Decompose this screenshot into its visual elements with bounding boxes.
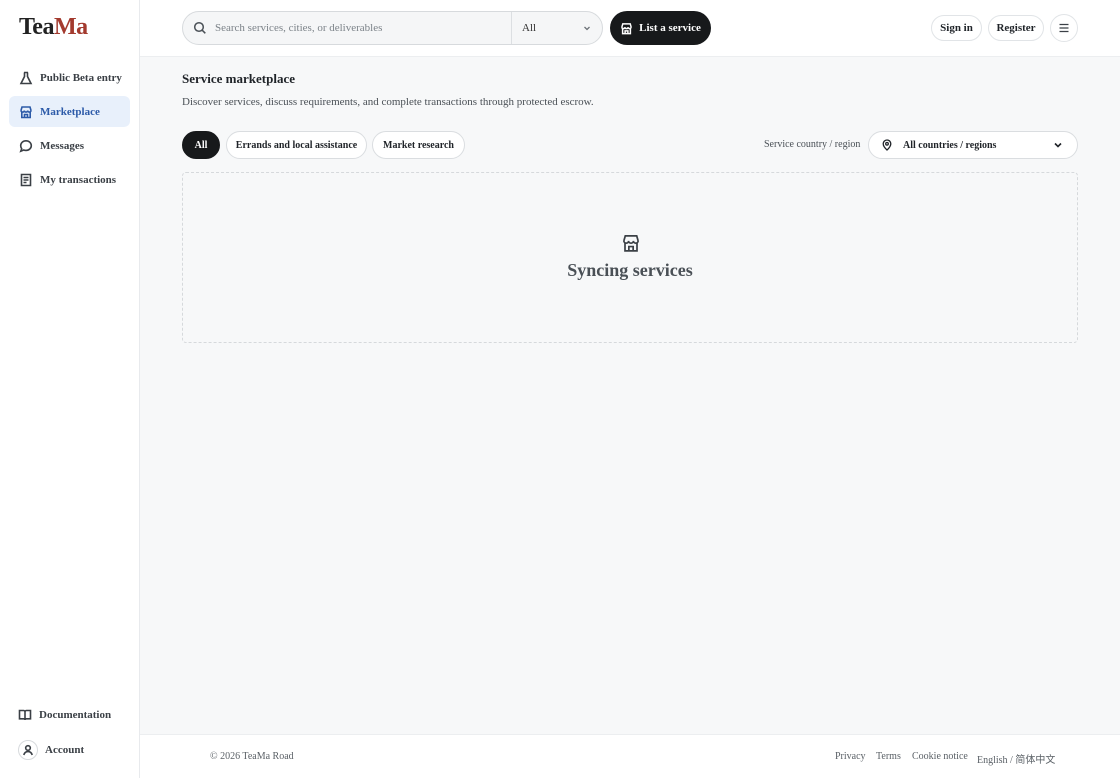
- footer-link-terms[interactable]: Terms: [876, 751, 901, 762]
- user-icon: [18, 740, 38, 760]
- region-filter-label: Service country / region: [764, 139, 861, 150]
- page-subtitle: Discover services, discuss requirements,…: [182, 96, 594, 108]
- page-title: Service marketplace: [182, 71, 295, 86]
- sidebar-item-label: Marketplace: [40, 105, 100, 118]
- logo-text-part1: Tea: [19, 14, 54, 40]
- category-chip-market-research[interactable]: Market research: [372, 131, 465, 159]
- search-bar: All: [182, 11, 603, 45]
- location-pin-icon: [881, 139, 893, 151]
- account-label: Account: [45, 744, 85, 756]
- category-chip-all[interactable]: All: [182, 131, 220, 159]
- sidebar-item-messages[interactable]: Messages: [9, 130, 130, 161]
- empty-state-text: Syncing services: [567, 260, 693, 280]
- search-input[interactable]: [215, 22, 511, 34]
- register-button[interactable]: Register: [988, 15, 1044, 41]
- sidebar-item-label: Public Beta entry: [40, 71, 122, 84]
- footer-link-privacy[interactable]: Privacy: [835, 751, 866, 762]
- category-chip-label: Errands and local assistance: [235, 139, 358, 151]
- logo-text-part2: Ma: [53, 14, 88, 40]
- list-a-service-label: List a service: [639, 22, 701, 34]
- category-chip-errands[interactable]: Errands and local assistance: [226, 131, 367, 159]
- chevron-down-icon: [582, 23, 592, 33]
- hamburger-menu-icon: [1058, 22, 1070, 34]
- chat-bubble-icon: [19, 139, 33, 153]
- sign-in-button[interactable]: Sign in: [931, 15, 982, 41]
- region-select-value: All countries / regions: [903, 139, 997, 151]
- chevron-down-icon: [1053, 140, 1063, 150]
- sidebar-item-marketplace[interactable]: Marketplace: [9, 96, 130, 127]
- search-filter-value: All: [522, 22, 537, 34]
- store-icon: [620, 22, 639, 35]
- store-icon: [621, 233, 641, 253]
- menu-button[interactable]: [1050, 14, 1078, 42]
- flask-icon: [19, 71, 33, 85]
- sign-in-label: Sign in: [940, 22, 973, 34]
- footer: © 2026 TeaMa Road Privacy Terms Cookie n…: [140, 734, 1120, 778]
- register-label: Register: [996, 22, 1036, 34]
- logo[interactable]: TeaMa: [19, 14, 88, 41]
- store-icon: [19, 105, 33, 119]
- sidebar-item-public-beta-entry[interactable]: Public Beta entry: [9, 62, 130, 93]
- account-link[interactable]: Account: [18, 740, 84, 760]
- services-empty-state: Syncing services: [182, 172, 1078, 343]
- sidebar-item-my-transactions[interactable]: My transactions: [9, 164, 130, 195]
- documentation-link[interactable]: Documentation: [18, 708, 111, 722]
- receipt-icon: [19, 173, 33, 187]
- book-icon: [18, 708, 32, 722]
- list-a-service-button[interactable]: List a service: [610, 11, 711, 45]
- category-chip-label: All: [194, 139, 208, 151]
- search-icon: [193, 21, 207, 35]
- footer-copyright: © 2026 TeaMa Road: [210, 751, 294, 762]
- top-bar: All List a service Sign in Register: [140, 0, 1120, 57]
- footer-link-cookie-notice[interactable]: Cookie notice: [912, 751, 968, 762]
- sidebar-item-label: Messages: [40, 139, 84, 152]
- region-select[interactable]: All countries / regions: [868, 131, 1078, 159]
- sidebar-item-label: My transactions: [40, 173, 117, 186]
- footer-language-switch[interactable]: English / 简体中文: [977, 751, 1055, 766]
- documentation-label: Documentation: [39, 709, 112, 721]
- sidebar: TeaMa Public Beta entry Marketplace Mess…: [0, 0, 140, 778]
- search-filter-select[interactable]: All: [512, 12, 602, 44]
- category-chip-label: Market research: [383, 139, 454, 151]
